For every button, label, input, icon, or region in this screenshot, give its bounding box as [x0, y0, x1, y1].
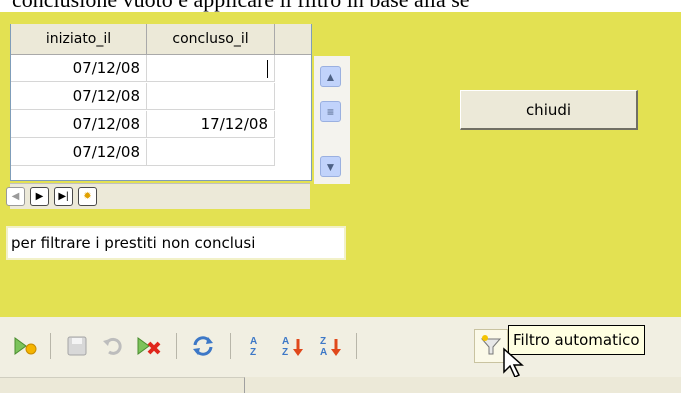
data-table[interactable]: iniziato_il concluso_il 07/12/08 07/12/0… — [10, 24, 350, 184]
status-bar-section — [0, 377, 245, 393]
toolbar-separator — [176, 333, 177, 359]
scroll-up-icon[interactable]: ▲ — [320, 66, 341, 87]
last-record-icon[interactable]: ▶| — [54, 187, 73, 206]
svg-text:A: A — [250, 336, 257, 347]
delete-record-icon[interactable] — [132, 329, 166, 363]
cell-concluso[interactable]: 17/12/08 — [147, 111, 275, 138]
document-text-strip: conclusione vuoto e applicare il filtro … — [0, 0, 681, 12]
toolbar-separator — [356, 333, 357, 359]
scroll-down-icon[interactable]: ▼ — [320, 156, 341, 177]
tooltip: Filtro automatico — [508, 325, 645, 355]
cell-iniziato[interactable]: 07/12/08 — [11, 83, 147, 110]
text-cursor — [267, 60, 268, 78]
document-text: conclusione vuoto e applicare il filtro … — [12, 0, 470, 12]
sort-ascending-icon[interactable]: AZ — [276, 329, 310, 363]
refresh-icon[interactable] — [186, 329, 220, 363]
column-header-iniziato[interactable]: iniziato_il — [11, 24, 147, 55]
svg-text:Z: Z — [320, 336, 326, 347]
svg-text:A: A — [282, 336, 289, 347]
svg-text:A: A — [320, 347, 327, 358]
status-bar — [0, 377, 681, 393]
cell-iniziato[interactable]: 07/12/08 — [11, 55, 147, 82]
svg-text:Z: Z — [282, 347, 288, 358]
record-navigation-bar: ◀ ▶ ▶| ✹ — [6, 183, 310, 209]
form-toolbar: AZ AZ ZA Filtro automatico — [0, 317, 681, 379]
new-record-icon[interactable] — [8, 329, 42, 363]
vertical-scrollbar[interactable]: ▲ ≡ ▼ — [314, 56, 350, 184]
table-row[interactable]: 07/12/08 17/12/08 — [11, 111, 311, 139]
undo-icon[interactable] — [96, 329, 130, 363]
table-row[interactable]: 07/12/08 — [11, 83, 311, 111]
column-header-empty — [275, 24, 311, 55]
cell-iniziato[interactable]: 07/12/08 — [11, 139, 147, 166]
cell-iniziato[interactable]: 07/12/08 — [11, 111, 147, 138]
toolbar-separator — [230, 333, 231, 359]
new-record-nav-icon[interactable]: ✹ — [78, 187, 97, 206]
cell-concluso[interactable] — [147, 83, 275, 110]
close-button[interactable]: chiudi — [460, 90, 638, 130]
scroll-thumb[interactable]: ≡ — [320, 101, 341, 122]
toolbar-separator — [50, 333, 51, 359]
table-row[interactable]: 07/12/08 — [11, 139, 311, 167]
sort-icon[interactable]: AZ — [238, 329, 272, 363]
cell-concluso[interactable] — [147, 139, 275, 166]
table-row[interactable]: 07/12/08 — [11, 55, 311, 83]
svg-text:Z: Z — [250, 347, 256, 358]
column-header-concluso[interactable]: concluso_il — [147, 24, 275, 55]
next-record-icon[interactable]: ▶ — [30, 187, 49, 206]
cell-concluso[interactable] — [147, 55, 275, 82]
form-area: iniziato_il concluso_il 07/12/08 07/12/0… — [0, 12, 681, 317]
save-icon[interactable] — [60, 329, 94, 363]
hint-field: per filtrare i prestiti non conclusi — [6, 226, 346, 260]
sort-descending-icon[interactable]: ZA — [314, 329, 348, 363]
previous-record-icon[interactable]: ◀ — [6, 187, 25, 206]
